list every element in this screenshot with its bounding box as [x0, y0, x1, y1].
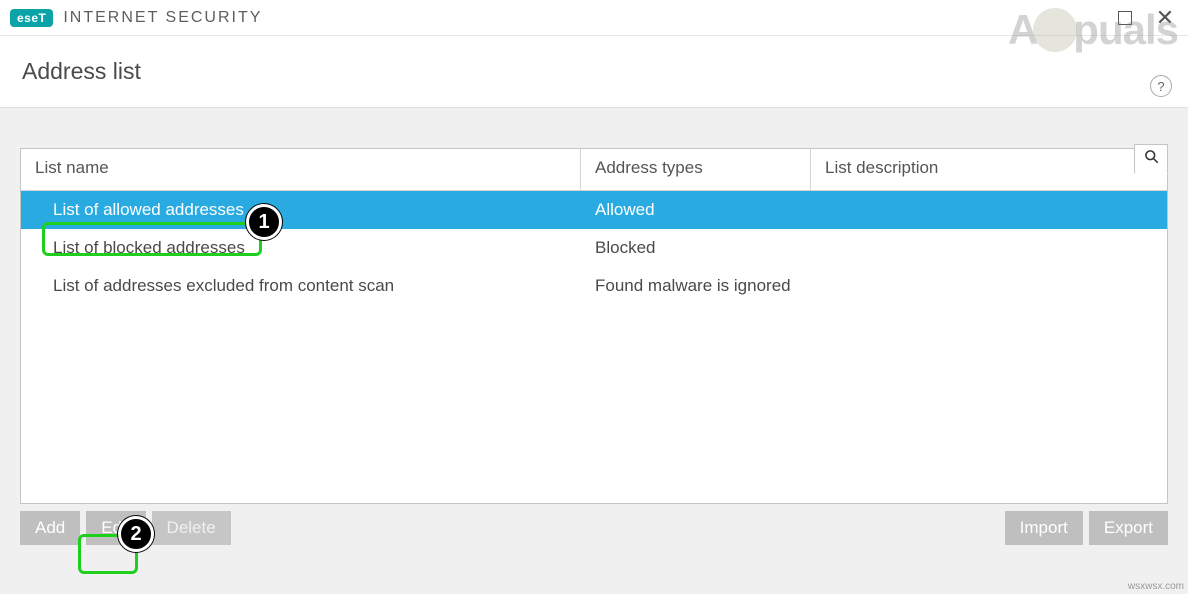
annotation-callout-1: 1 — [246, 204, 282, 240]
search-tab[interactable] — [1134, 144, 1168, 174]
content-area: List name Address types List description… — [0, 108, 1188, 559]
source-tag: wsxwsx.com — [1128, 581, 1184, 592]
cell-types: Found malware is ignored — [581, 276, 811, 296]
cell-types: Allowed — [581, 200, 811, 220]
cell-types: Blocked — [581, 238, 811, 258]
titlebar: eseT INTERNET SECURITY ✕ — [0, 0, 1188, 36]
table-body: List of allowed addresses Allowed List o… — [21, 191, 1167, 305]
export-button[interactable]: Export — [1089, 511, 1168, 545]
table-row[interactable]: List of allowed addresses Allowed — [21, 191, 1167, 229]
close-button[interactable]: ✕ — [1154, 7, 1176, 29]
address-table: List name Address types List description… — [20, 148, 1168, 504]
import-button[interactable]: Import — [1005, 511, 1083, 545]
brand-badge: eseT — [10, 9, 53, 27]
delete-button[interactable]: Delete — [152, 511, 231, 545]
cell-name: List of addresses excluded from content … — [21, 276, 581, 296]
product-title: INTERNET SECURITY — [63, 9, 262, 27]
page-header: Address list ? — [0, 36, 1188, 108]
table-row[interactable]: List of blocked addresses Blocked — [21, 229, 1167, 267]
page-title: Address list — [22, 58, 1166, 85]
search-icon — [1144, 149, 1159, 169]
footer-buttons: Add Edit Delete Import Export — [20, 504, 1168, 545]
window-controls: ✕ — [1114, 7, 1182, 29]
cell-name: List of allowed addresses — [21, 200, 581, 220]
help-button[interactable]: ? — [1150, 75, 1172, 97]
col-description[interactable]: List description — [811, 149, 1167, 190]
maximize-button[interactable] — [1114, 7, 1136, 29]
table-header: List name Address types List description — [21, 149, 1167, 191]
annotation-callout-2: 2 — [118, 516, 154, 552]
col-address-types[interactable]: Address types — [581, 149, 811, 190]
add-button[interactable]: Add — [20, 511, 80, 545]
col-list-name[interactable]: List name — [21, 149, 581, 190]
table-row[interactable]: List of addresses excluded from content … — [21, 267, 1167, 305]
cell-name: List of blocked addresses — [21, 238, 581, 258]
